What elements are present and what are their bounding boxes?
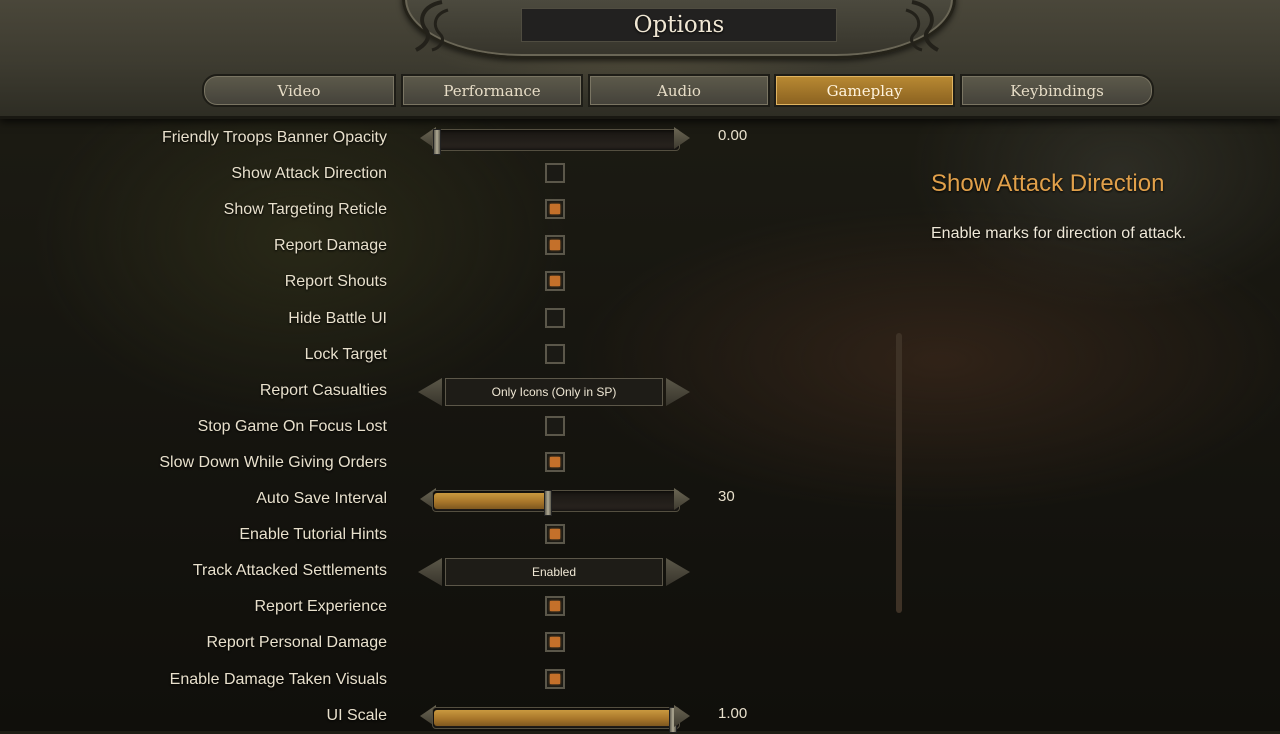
tab-performance[interactable]: Performance — [401, 74, 583, 107]
arrow-left-icon[interactable] — [418, 378, 442, 406]
report-personal-damage-checkbox[interactable] — [545, 632, 565, 652]
option-label-slow-down-while-giving-orders: Slow Down While Giving Orders — [159, 454, 387, 471]
option-label-report-damage: Report Damage — [274, 237, 387, 254]
option-row-lock-target: Lock Target — [0, 337, 900, 373]
option-label-friendly-troops-banner-opacity: Friendly Troops Banner Opacity — [162, 129, 387, 146]
option-label-track-attacked-settlements: Track Attacked Settlements — [192, 562, 387, 579]
option-row-report-shouts: Report Shouts — [0, 264, 900, 300]
page-title: Options — [521, 8, 837, 42]
slider-right-cap-icon — [674, 488, 690, 510]
report-shouts-checkbox[interactable] — [545, 271, 565, 291]
friendly-troops-banner-opacity-slider[interactable] — [420, 126, 690, 155]
option-label-report-personal-damage: Report Personal Damage — [206, 634, 387, 651]
friendly-troops-banner-opacity-slider-track[interactable] — [432, 129, 680, 155]
report-damage-checkbox[interactable] — [545, 235, 565, 255]
enable-damage-taken-visuals-checkbox[interactable] — [545, 669, 565, 689]
enable-tutorial-hints-checkbox[interactable] — [545, 524, 565, 544]
option-label-show-targeting-reticle: Show Targeting Reticle — [223, 201, 387, 218]
slow-down-while-giving-orders-checkbox[interactable] — [545, 452, 565, 472]
slider-right-cap-icon — [674, 127, 690, 149]
auto-save-interval-slider-track[interactable] — [432, 490, 680, 516]
arrow-right-icon[interactable] — [666, 378, 690, 406]
option-row-report-casualties: Report Casualties Only Icons (Only in SP) — [0, 373, 900, 409]
ui-scale-slider[interactable] — [420, 704, 690, 733]
auto-save-interval-slider-handle[interactable] — [544, 490, 552, 516]
friendly-troops-banner-opacity-slider-handle[interactable] — [433, 129, 441, 155]
option-row-stop-game-on-focus-lost: Stop Game On Focus Lost — [0, 409, 900, 445]
tab-bar: Video Performance Audio Gameplay Keybind… — [202, 74, 1154, 107]
option-label-hide-battle-ui: Hide Battle UI — [288, 310, 387, 327]
options-scrollbar[interactable] — [896, 333, 902, 613]
show-targeting-reticle-checkbox[interactable] — [545, 199, 565, 219]
celtic-knot-right-icon — [905, 0, 939, 52]
top-bar: Options Video Performance Audio Gameplay… — [0, 0, 1280, 119]
description-title: Show Attack Direction — [931, 170, 1165, 197]
option-row-enable-tutorial-hints: Enable Tutorial Hints — [0, 517, 900, 553]
option-row-auto-save-interval: Auto Save Interval 30 — [0, 481, 900, 517]
tab-audio[interactable]: Audio — [588, 74, 770, 107]
option-row-enable-damage-taken-visuals: Enable Damage Taken Visuals — [0, 662, 900, 698]
option-row-friendly-troops-banner-opacity: Friendly Troops Banner Opacity 0.00 — [0, 120, 900, 156]
arrow-left-icon[interactable] — [418, 558, 442, 586]
track-attacked-settlements-selector: Enabled — [418, 558, 690, 586]
ui-scale-value: 1.00 — [718, 705, 748, 722]
option-row-ui-scale: UI Scale 1.00 — [0, 698, 900, 734]
track-attacked-settlements-selected-value[interactable]: Enabled — [445, 558, 663, 586]
friendly-troops-banner-opacity-value: 0.00 — [718, 127, 748, 144]
slider-right-cap-icon — [674, 705, 690, 727]
option-label-report-casualties: Report Casualties — [259, 382, 387, 399]
celtic-knot-left-icon — [415, 0, 449, 52]
report-casualties-selector: Only Icons (Only in SP) — [418, 378, 690, 406]
option-label-enable-tutorial-hints: Enable Tutorial Hints — [239, 526, 387, 543]
report-experience-checkbox[interactable] — [545, 596, 565, 616]
tab-gameplay[interactable]: Gameplay — [774, 74, 955, 107]
option-label-report-shouts: Report Shouts — [284, 273, 387, 290]
auto-save-interval-value: 30 — [718, 488, 735, 505]
option-row-slow-down-while-giving-orders: Slow Down While Giving Orders — [0, 445, 900, 481]
lock-target-checkbox[interactable] — [545, 344, 565, 364]
ui-scale-slider-track[interactable] — [432, 707, 680, 733]
description-text: Enable marks for direction of attack. — [931, 225, 1187, 242]
option-row-show-targeting-reticle: Show Targeting Reticle — [0, 192, 900, 228]
option-row-report-personal-damage: Report Personal Damage — [0, 625, 900, 661]
option-label-ui-scale: UI Scale — [326, 707, 387, 724]
auto-save-interval-slider[interactable] — [420, 487, 690, 516]
tab-keybindings[interactable]: Keybindings — [960, 74, 1154, 107]
option-label-stop-game-on-focus-lost: Stop Game On Focus Lost — [197, 418, 387, 435]
hide-battle-ui-checkbox[interactable] — [545, 308, 565, 328]
option-row-track-attacked-settlements: Track Attacked Settlements Enabled — [0, 553, 900, 589]
option-label-auto-save-interval: Auto Save Interval — [256, 490, 387, 507]
arrow-right-icon[interactable] — [666, 558, 690, 586]
auto-save-interval-slider-fill — [434, 493, 549, 509]
option-label-lock-target: Lock Target — [304, 346, 387, 363]
option-label-report-experience: Report Experience — [254, 598, 387, 615]
tab-video[interactable]: Video — [202, 74, 396, 107]
ui-scale-slider-fill — [434, 710, 678, 726]
report-casualties-selected-value[interactable]: Only Icons (Only in SP) — [445, 378, 663, 406]
stop-game-on-focus-lost-checkbox[interactable] — [545, 416, 565, 436]
option-row-report-damage: Report Damage — [0, 228, 900, 264]
option-label-enable-damage-taken-visuals: Enable Damage Taken Visuals — [169, 671, 387, 688]
option-row-report-experience: Report Experience — [0, 589, 900, 625]
option-row-hide-battle-ui: Hide Battle UI — [0, 301, 900, 337]
option-row-show-attack-direction: Show Attack Direction — [0, 156, 900, 192]
show-attack-direction-checkbox[interactable] — [545, 163, 565, 183]
option-label-show-attack-direction: Show Attack Direction — [231, 165, 387, 182]
